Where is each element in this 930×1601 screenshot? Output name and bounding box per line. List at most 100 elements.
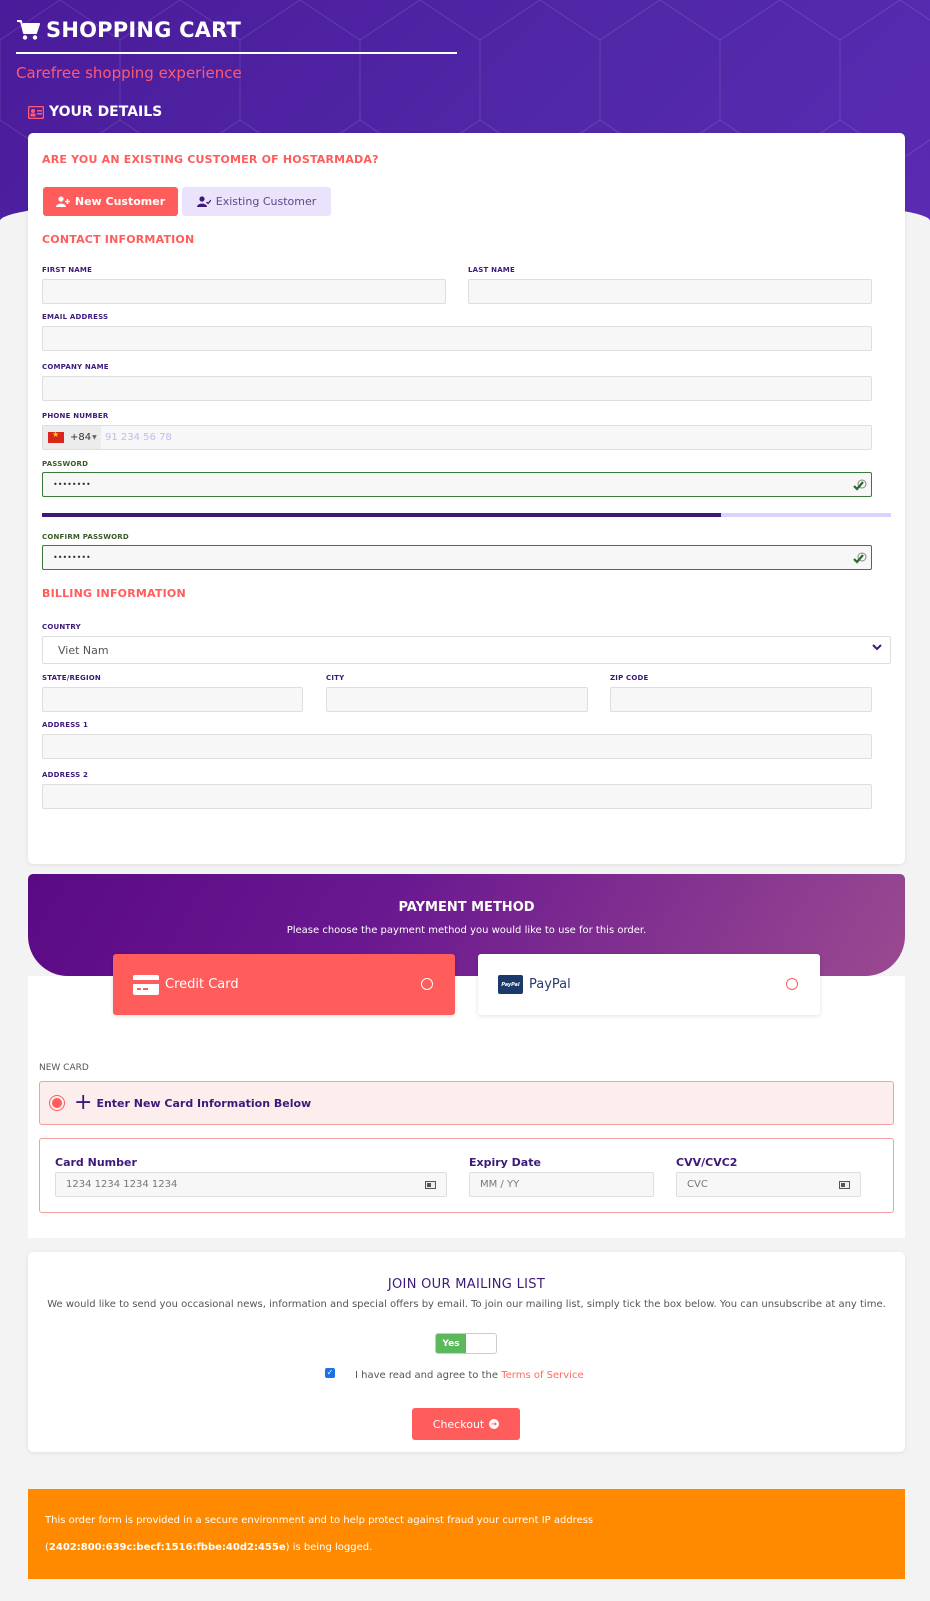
country-select[interactable]: Viet Nam (42, 636, 891, 664)
first-name-label: FIRST NAME (42, 266, 93, 274)
caret-down-icon: ▼ (92, 434, 97, 441)
last-name-label: LAST NAME (468, 266, 515, 274)
credit-card-radio[interactable] (421, 978, 433, 990)
expiry-placeholder: MM / YY (480, 1179, 520, 1190)
new-card-radio[interactable] (50, 1096, 64, 1110)
payment-option-paypal[interactable]: PayPal PayPal (478, 954, 820, 1015)
mailing-list-card: JOIN OUR MAILING LIST We would like to s… (28, 1252, 905, 1452)
contact-info-heading: CONTACT INFORMATION (42, 233, 195, 246)
credit-card-icon (133, 974, 159, 995)
phone-placeholder: 91 234 56 78 (105, 432, 172, 443)
address2-input[interactable] (42, 784, 872, 809)
title-divider (16, 52, 457, 54)
expiry-label: Expiry Date (469, 1156, 541, 1169)
payment-title: PAYMENT METHOD (398, 900, 535, 915)
address1-input[interactable] (42, 734, 872, 759)
notice-line-1: This order form is provided in a secure … (45, 1515, 594, 1526)
card-fields: Card Number 1234 1234 1234 1234 Expiry D… (39, 1138, 894, 1213)
vietnam-flag-icon (48, 430, 64, 443)
chevron-down-icon (872, 643, 882, 654)
password-label: PASSWORD (42, 460, 89, 468)
checkout-button[interactable]: Checkout ➜ (412, 1408, 520, 1440)
payment-subtitle: Please choose the payment method you wou… (286, 925, 647, 936)
phone-input[interactable]: +84 ▼ 91 234 56 78 (42, 425, 872, 450)
new-customer-label: New Customer (74, 195, 166, 208)
page-subtitle: Carefree shopping experience (16, 64, 242, 82)
section-heading-text: YOUR DETAILS (49, 104, 163, 120)
state-label: STATE/REGION (42, 674, 101, 682)
last-name-input[interactable] (468, 279, 872, 304)
mailing-title: JOIN OUR MAILING LIST (387, 1277, 546, 1292)
first-name-input[interactable] (42, 279, 446, 304)
page-title-text: SHOPPING CART (46, 18, 242, 42)
cart-icon (17, 20, 40, 40)
cvv-input[interactable]: CVC (676, 1172, 861, 1197)
zip-label: ZIP CODE (610, 674, 649, 682)
section-heading-your-details: YOUR DETAILS (28, 104, 162, 120)
toggle-yes: Yes (436, 1334, 466, 1353)
company-input[interactable] (42, 376, 872, 401)
card-number-input[interactable]: 1234 1234 1234 1234 (55, 1172, 447, 1197)
cvv-placeholder: CVC (687, 1179, 708, 1190)
page-title: SHOPPING CART (16, 18, 241, 42)
password-input[interactable]: •••••••• (42, 472, 872, 497)
mailing-toggle[interactable]: Yes (435, 1333, 497, 1354)
tos-text: I have read and agree to the (355, 1370, 499, 1381)
user-plus-icon (55, 196, 70, 207)
arrow-right-circle-icon: ➜ (489, 1419, 500, 1429)
new-card-label: NEW CARD (39, 1063, 89, 1073)
checkout-label: Checkout (432, 1417, 485, 1431)
notice-line-2: (2402:800:639c:becf:1516:fbbe:40d2:455e)… (45, 1542, 373, 1553)
password-strength-fill (42, 513, 722, 517)
ip-address: 2402:800:639c:becf:1516:fbbe:40d2:455e (48, 1542, 286, 1553)
mailing-description: We would like to send you occasional new… (47, 1299, 886, 1310)
paypal-icon: PayPal (498, 975, 523, 994)
credit-card-label: Credit Card (165, 977, 239, 992)
email-label: EMAIL ADDRESS (42, 313, 109, 321)
expiry-input[interactable]: MM / YY (469, 1172, 654, 1197)
confirm-password-valid-check-icon (853, 552, 867, 564)
customer-question: ARE YOU AN EXISTING CUSTOMER OF HOSTARMA… (42, 153, 379, 166)
address2-label: ADDRESS 2 (42, 771, 89, 779)
new-customer-button[interactable]: New Customer (43, 187, 178, 216)
zip-input[interactable] (610, 687, 872, 712)
country-code-selector[interactable]: +84 ▼ (43, 426, 101, 449)
card-number-placeholder: 1234 1234 1234 1234 (66, 1179, 178, 1190)
city-input[interactable] (326, 687, 588, 712)
cvv-label: CVV/CVC2 (676, 1156, 738, 1169)
password-valid-check-icon (853, 479, 867, 491)
country-value: Viet Nam (58, 643, 109, 657)
phone-label: PHONE NUMBER (42, 412, 109, 420)
country-label: COUNTRY (42, 623, 81, 631)
address1-label: ADDRESS 1 (42, 721, 89, 729)
city-label: CITY (326, 674, 345, 682)
new-card-option[interactable]: + Enter New Card Information Below (39, 1081, 894, 1125)
state-input[interactable] (42, 687, 303, 712)
notice-suffix: is being logged. (289, 1542, 373, 1553)
card-number-label: Card Number (55, 1156, 137, 1169)
card-icon (425, 1181, 436, 1189)
billing-info-heading: BILLING INFORMATION (42, 587, 186, 600)
confirm-password-label: CONFIRM PASSWORD (42, 533, 129, 541)
tos-checkbox[interactable]: ✓ (325, 1367, 335, 1378)
existing-customer-button[interactable]: Existing Customer (182, 187, 331, 216)
company-label: COMPANY NAME (42, 363, 109, 371)
password-value: •••••••• (53, 480, 91, 489)
new-card-option-label: Enter New Card Information Below (96, 1096, 312, 1110)
confirm-password-value: •••••••• (53, 553, 91, 562)
details-card: ARE YOU AN EXISTING CUSTOMER OF HOSTARMA… (28, 133, 905, 864)
cvc-card-icon (839, 1181, 850, 1189)
country-code: +84 (70, 432, 92, 443)
paypal-radio[interactable] (786, 978, 798, 990)
user-check-icon (196, 196, 211, 207)
payment-option-credit-card[interactable]: Credit Card (113, 954, 455, 1015)
confirm-password-input[interactable]: •••••••• (42, 545, 872, 570)
tos-link[interactable]: Terms of Service (501, 1370, 583, 1381)
id-card-icon (28, 105, 44, 119)
security-notice: This order form is provided in a secure … (28, 1489, 905, 1579)
existing-customer-label: Existing Customer (215, 195, 317, 208)
email-input[interactable] (42, 326, 872, 351)
paypal-label: PayPal (529, 977, 571, 992)
plus-icon: + (74, 1090, 93, 1115)
tos-row: ✓ I have read and agree to the Terms of … (325, 1367, 584, 1381)
